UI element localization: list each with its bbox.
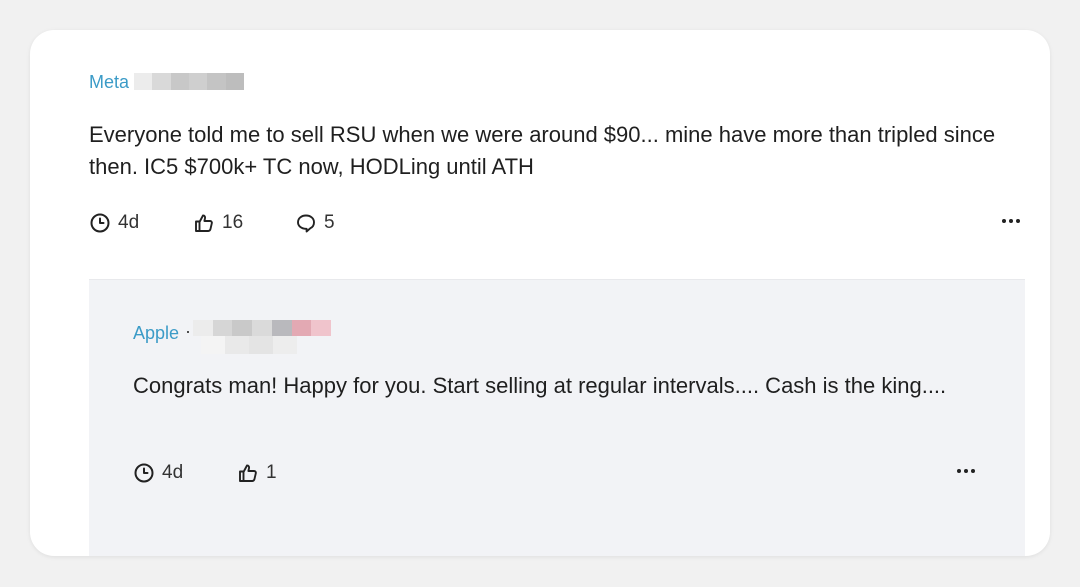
redacted-username <box>193 320 332 336</box>
reply-company-link[interactable]: Apple <box>133 323 179 344</box>
reply-text: Congrats man! Happy for you. Start selli… <box>133 373 947 398</box>
reply-separator: · <box>185 321 191 341</box>
redacted-username-line-2 <box>201 336 297 354</box>
post-text: Everyone told me to sell RSU when we wer… <box>89 122 996 179</box>
clock-icon <box>90 213 110 233</box>
comment-icon <box>297 214 315 233</box>
post-meta-row: 4d 16 5 <box>89 212 335 234</box>
thumbs-up-icon <box>239 464 257 482</box>
thumbs-up-icon <box>195 214 213 232</box>
post-company-link[interactable]: Meta <box>89 72 129 93</box>
reply-like-button[interactable]: 1 <box>237 462 277 484</box>
post-comment-count: 5 <box>324 212 335 233</box>
reply-meta-row: 4d 1 <box>133 462 277 484</box>
more-horizontal-icon[interactable] <box>955 463 977 479</box>
post-age: 4d <box>89 212 193 234</box>
post-like-count: 16 <box>222 212 244 233</box>
post-comment-button[interactable]: 5 <box>295 212 335 234</box>
clock-icon <box>134 463 154 483</box>
post-card: Meta Everyone told me to sell RSU when w… <box>30 30 1050 556</box>
reply-age: 4d <box>133 462 237 484</box>
reply-like-count: 1 <box>266 462 277 483</box>
post-like-button[interactable]: 16 <box>193 212 295 234</box>
more-horizontal-icon[interactable] <box>1000 213 1022 229</box>
reply-age-label: 4d <box>162 462 184 483</box>
redacted-username <box>134 73 244 90</box>
post-age-label: 4d <box>118 212 140 233</box>
reply-card: Apple · Congrats man! Happy for you. Sta… <box>89 279 1025 556</box>
